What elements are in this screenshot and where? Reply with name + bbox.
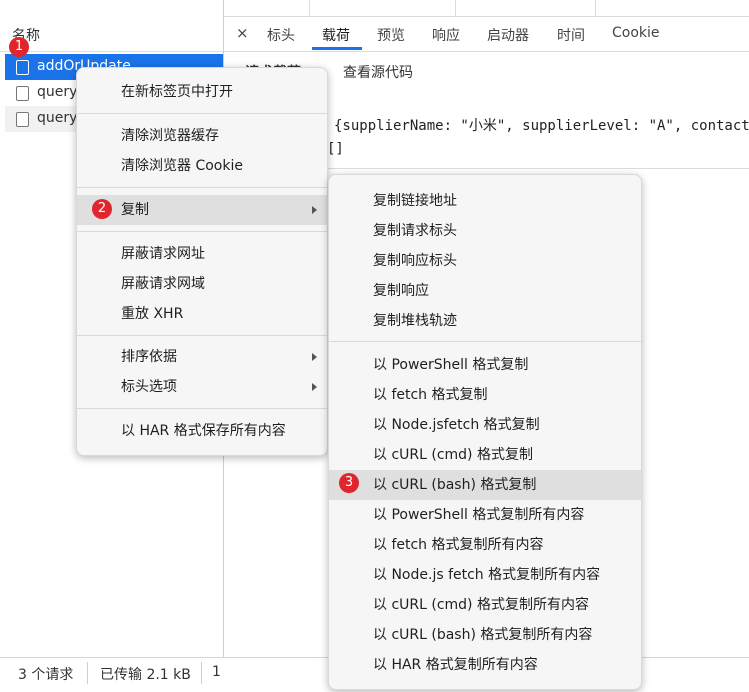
menu-item-label: 复制堆栈轨迹 (373, 313, 457, 329)
submenu-arrow-icon (312, 383, 317, 391)
menu-copy-as-nodejs-fetch[interactable]: 以 Node.jsfetch 格式复制 (329, 410, 641, 440)
menu-item-label: 复制请求标头 (373, 223, 457, 239)
status-divider (87, 662, 88, 684)
menu-item-label: 清除浏览器 Cookie (121, 158, 243, 174)
menu-copy-response-headers[interactable]: 复制响应标头 (329, 246, 641, 276)
menu-item-label: 屏蔽请求网址 (121, 246, 205, 262)
menu-block-request-url[interactable]: 屏蔽请求网址 (77, 239, 327, 269)
request-count: 3 个请求 (18, 667, 74, 683)
menu-copy-as-fetch[interactable]: 以 fetch 格式复制 (329, 380, 641, 410)
tab-initiator[interactable]: 启动器 (487, 25, 529, 45)
menu-header-options[interactable]: 标头选项 (77, 372, 327, 402)
request-checkbox[interactable] (16, 112, 29, 127)
tab-cookies[interactable]: Cookie (612, 25, 660, 41)
menu-item-label: 清除浏览器缓存 (121, 128, 219, 144)
menu-item-label: 复制响应 (373, 283, 429, 299)
tab-headers[interactable]: 标头 (267, 25, 295, 45)
transferred-size: 已传输 2.1 kB (100, 667, 191, 683)
copy-submenu: 复制链接地址 复制请求标头 复制响应标头 复制响应 复制堆栈轨迹 以 Power… (328, 174, 642, 690)
status-extra: 1 (212, 664, 221, 680)
menu-clear-cookies[interactable]: 清除浏览器 Cookie (77, 151, 327, 181)
menu-block-request-domain[interactable]: 屏蔽请求网域 (77, 269, 327, 299)
menu-item-label: 以 PowerShell 格式复制所有内容 (373, 507, 585, 523)
step-badge-2: 2 (92, 199, 112, 219)
menu-item-label: 在新标签页中打开 (121, 84, 233, 100)
menu-item-label: 标头选项 (121, 379, 177, 395)
menu-item-label: 重放 XHR (121, 306, 184, 322)
menu-copy-as-curl-cmd[interactable]: 以 cURL (cmd) 格式复制 (329, 440, 641, 470)
payload-json-line: {supplierName: "小米", supplierLevel: "A",… (334, 118, 749, 134)
menu-copy-all-as-nodejs-fetch[interactable]: 以 Node.js fetch 格式复制所有内容 (329, 560, 641, 590)
toolbar-divider (595, 0, 596, 16)
menu-item-label: 复制 (121, 202, 149, 218)
menu-item-label: 以 Node.js fetch 格式复制所有内容 (373, 567, 601, 583)
subtab-view-source[interactable]: 查看源代码 (343, 62, 413, 82)
menu-item-label: 以 Node.jsfetch 格式复制 (373, 417, 540, 433)
request-name: query (37, 110, 78, 126)
menu-sort-by[interactable]: 排序依据 (77, 342, 327, 372)
menu-copy-stack-trace[interactable]: 复制堆栈轨迹 (329, 306, 641, 336)
submenu-arrow-icon (312, 353, 317, 361)
menu-item-label: 复制链接地址 (373, 193, 457, 209)
menu-clear-cache[interactable]: 清除浏览器缓存 (77, 121, 327, 151)
menu-copy-all-as-powershell[interactable]: 以 PowerShell 格式复制所有内容 (329, 500, 641, 530)
menu-separator (77, 187, 327, 188)
menu-item-label: 以 cURL (bash) 格式复制所有内容 (373, 627, 593, 643)
menu-copy-all-as-curl-bash[interactable]: 以 cURL (bash) 格式复制所有内容 (329, 620, 641, 650)
menu-separator (77, 408, 327, 409)
menu-item-label: 以 PowerShell 格式复制 (373, 357, 529, 373)
menu-item-label: 以 fetch 格式复制所有内容 (373, 537, 544, 553)
request-checkbox[interactable] (16, 86, 29, 101)
detail-tabs: 标头 载荷 预览 响应 启动器 时间 Cookie (224, 17, 749, 52)
submenu-arrow-icon (312, 206, 317, 214)
menu-item-label: 以 cURL (bash) 格式复制 (373, 477, 537, 493)
context-menu: 在新标签页中打开 清除浏览器缓存 清除浏览器 Cookie 复制 屏蔽请求网址 … (76, 67, 328, 456)
request-checkbox[interactable] (16, 60, 29, 75)
menu-separator (77, 113, 327, 114)
menu-copy-as-curl-bash[interactable]: 以 cURL (bash) 格式复制 (329, 470, 641, 500)
toolbar-divider (309, 0, 310, 16)
menu-copy-all-as-har[interactable]: 以 HAR 格式复制所有内容 (329, 650, 641, 680)
menu-open-in-new-tab[interactable]: 在新标签页中打开 (77, 77, 327, 107)
menu-item-label: 以 cURL (cmd) 格式复制 (373, 447, 533, 463)
menu-item-label: 屏蔽请求网域 (121, 276, 205, 292)
menu-item-label: 复制响应标头 (373, 253, 457, 269)
menu-copy[interactable]: 复制 (77, 195, 327, 225)
menu-copy-link-address[interactable]: 复制链接地址 (329, 186, 641, 216)
menu-item-label: 排序依据 (121, 349, 177, 365)
menu-separator (77, 231, 327, 232)
menu-copy-all-as-fetch[interactable]: 以 fetch 格式复制所有内容 (329, 530, 641, 560)
menu-item-label: 以 fetch 格式复制 (373, 387, 488, 403)
active-tab-indicator (312, 47, 362, 50)
tab-response[interactable]: 响应 (432, 25, 460, 45)
menu-replay-xhr[interactable]: 重放 XHR (77, 299, 327, 329)
request-name: query (37, 84, 78, 100)
menu-copy-all-as-curl-cmd[interactable]: 以 cURL (cmd) 格式复制所有内容 (329, 590, 641, 620)
menu-separator (77, 335, 327, 336)
menu-separator (329, 341, 641, 342)
payload-array-line: [] (327, 141, 344, 157)
menu-item-label: 以 cURL (cmd) 格式复制所有内容 (373, 597, 589, 613)
step-badge-1: 1 (9, 37, 29, 57)
menu-copy-response[interactable]: 复制响应 (329, 276, 641, 306)
step-badge-3: 3 (339, 473, 359, 493)
menu-item-label: 以 HAR 格式复制所有内容 (373, 657, 538, 673)
menu-item-label: 以 HAR 格式保存所有内容 (121, 423, 286, 439)
tab-timing[interactable]: 时间 (557, 25, 585, 45)
tab-preview[interactable]: 预览 (377, 25, 405, 45)
name-column-header[interactable]: 名称 (0, 17, 223, 52)
menu-copy-request-headers[interactable]: 复制请求标头 (329, 216, 641, 246)
menu-save-all-as-har[interactable]: 以 HAR 格式保存所有内容 (77, 416, 327, 446)
tab-payload[interactable]: 载荷 (322, 25, 350, 45)
menu-copy-as-powershell[interactable]: 以 PowerShell 格式复制 (329, 350, 641, 380)
toolbar-divider (455, 0, 456, 16)
status-divider (201, 662, 202, 684)
